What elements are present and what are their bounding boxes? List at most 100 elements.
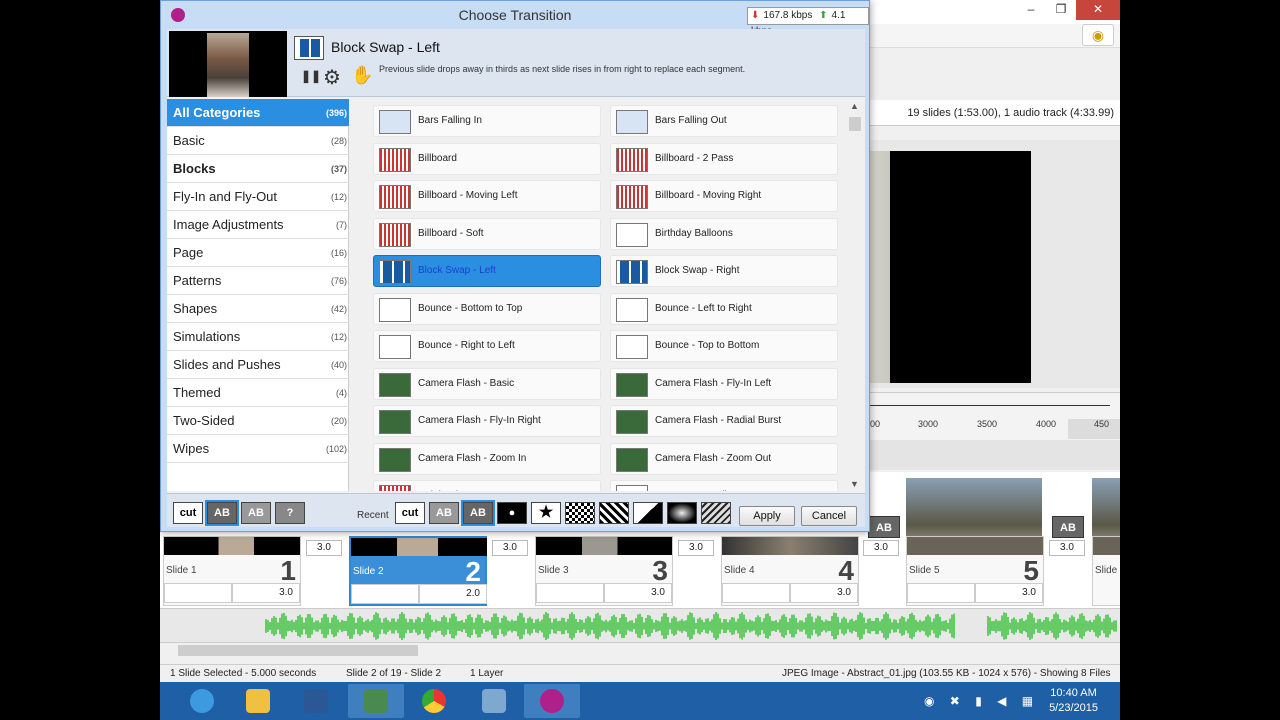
transition-item[interactable]: Billboard <box>373 142 601 175</box>
category-item[interactable]: Two-Sided (20) <box>167 407 349 435</box>
transition-item[interactable]: Camera Flash - Basic <box>373 367 601 400</box>
word-button[interactable] <box>288 684 344 718</box>
slide-item[interactable]: Slide 6 <box>1092 536 1120 606</box>
category-item[interactable]: Blocks (37) <box>167 155 349 183</box>
cancel-button[interactable]: Cancel <box>801 506 857 526</box>
transition-item[interactable]: Camera Flash - Zoom In <box>373 442 601 475</box>
system-tray[interactable]: ◉ ✖ ▮ ◀ ▦ <box>924 694 1039 708</box>
eye-logo-icon[interactable]: ◉ <box>1082 24 1114 46</box>
recent-wipe-icon[interactable] <box>633 502 663 524</box>
category-item[interactable]: Image Adjustments (7) <box>167 211 349 239</box>
pause-icon[interactable]: ❚❚ <box>301 69 321 83</box>
slide-duration[interactable]: 3.0 <box>232 583 300 603</box>
transition-grid[interactable]: Bars Falling In Bars Falling Out Billboard… <box>365 99 845 491</box>
help-button[interactable]: ? <box>275 502 305 524</box>
transition-duration[interactable]: 3.0 <box>863 540 899 556</box>
category-item[interactable]: All Categories (396) <box>167 99 349 127</box>
transition-item[interactable]: Bars Falling In <box>373 105 601 137</box>
transition-item[interactable]: Billboard - Soft <box>373 217 601 250</box>
recent-star-icon[interactable]: ★ <box>531 502 561 524</box>
category-item[interactable]: Wipes (102) <box>167 435 349 463</box>
category-item[interactable]: Slides and Pushes (40) <box>167 351 349 379</box>
recent-diagonal-icon[interactable] <box>701 502 731 524</box>
slide-duration[interactable]: 2.0 <box>419 584 487 604</box>
recent-ab-button[interactable]: AB <box>429 502 459 524</box>
slide-item[interactable]: Slide 4 4 3.0 <box>721 536 859 606</box>
transition-duration[interactable]: 3.0 <box>678 540 714 556</box>
recent-cut-button[interactable]: cut <box>395 502 425 524</box>
category-item[interactable]: Shapes (42) <box>167 295 349 323</box>
audio-track[interactable] <box>160 608 1120 642</box>
transition-item[interactable]: Bounce - Right to Left <box>373 330 601 362</box>
slide-time-field[interactable] <box>536 583 604 603</box>
close-button[interactable]: ✕ <box>1076 0 1120 20</box>
internet-explorer-button[interactable] <box>174 684 230 718</box>
transition-item[interactable]: Block Swap - Right <box>610 255 838 287</box>
transition-item[interactable]: Camera Flash - Radial Burst <box>610 405 838 437</box>
monitor-app-button[interactable] <box>348 684 404 718</box>
transition-item[interactable]: Celebration <box>373 480 601 491</box>
slide-time-field[interactable] <box>907 583 975 603</box>
recent-checker-icon[interactable] <box>565 502 595 524</box>
gear-icon[interactable]: ⚙ <box>323 65 341 90</box>
hand-pointer-icon[interactable]: ✋ <box>351 65 373 86</box>
transition-item[interactable]: Bounce - Top to Bottom <box>610 330 838 362</box>
vertical-scrollbar[interactable]: ▲ ▼ <box>847 99 863 491</box>
transition-item[interactable]: Birthday Balloons <box>610 217 838 250</box>
transition-item[interactable]: Billboard - Moving Left <box>373 180 601 212</box>
scroll-thumb[interactable] <box>178 645 418 656</box>
transition-duration[interactable]: 3.0 <box>1049 540 1085 556</box>
transition-badge[interactable]: AB <box>868 516 900 538</box>
transition-badge[interactable]: AB <box>1052 516 1084 538</box>
slide-item-selected[interactable]: Slide 2 2 2.0 <box>349 536 487 606</box>
horizontal-scrollbar[interactable] <box>160 642 1120 658</box>
timeline-ruler[interactable]: 2500 3000 3500 4000 450 <box>860 392 1120 442</box>
slide-item[interactable]: Slide 3 3 3.0 <box>535 536 673 606</box>
transition-duration[interactable]: 3.0 <box>492 540 528 556</box>
slide-item[interactable]: Slide 5 5 3.0 <box>906 536 1044 606</box>
scroll-thumb[interactable] <box>849 117 861 131</box>
transition-item[interactable]: Bounce - Left to Right <box>610 292 838 325</box>
transition-item[interactable]: Billboard - 2 Pass <box>610 142 838 175</box>
apply-button[interactable]: Apply <box>739 506 795 526</box>
transition-item[interactable]: Center Seam Tilt - Bottom <box>610 480 838 491</box>
transition-duration[interactable]: 3.0 <box>306 540 342 556</box>
slide-time-field[interactable] <box>351 584 419 604</box>
category-item[interactable]: Page (16) <box>167 239 349 267</box>
chrome-button[interactable] <box>406 684 462 718</box>
control-panel-button[interactable] <box>466 684 522 718</box>
transition-item[interactable]: Camera Flash - Zoom Out <box>610 442 838 475</box>
cut-transition-button[interactable]: cut <box>173 502 203 524</box>
recent-radial-icon[interactable] <box>667 502 697 524</box>
recent-pattern-icon[interactable] <box>599 502 629 524</box>
category-item[interactable]: Fly-In and Fly-Out (12) <box>167 183 349 211</box>
taskbar-clock[interactable]: 10:40 AM 5/23/2015 <box>1049 686 1098 716</box>
slide-time-field[interactable] <box>164 583 232 603</box>
category-list[interactable]: All Categories (396) Basic (28) Blocks (37) Fl… <box>167 99 349 491</box>
slide-duration[interactable]: 3.0 <box>604 583 672 603</box>
category-item[interactable]: Basic (28) <box>167 127 349 155</box>
slide-duration[interactable]: 3.0 <box>790 583 858 603</box>
transition-item[interactable]: Bars Falling Out <box>610 105 838 137</box>
slide-time-field[interactable] <box>722 583 790 603</box>
recent-circle-icon[interactable]: ● <box>497 502 527 524</box>
recent-ab-selected-button[interactable]: AB <box>461 500 495 526</box>
slide-item[interactable]: Slide 1 1 3.0 <box>163 536 301 606</box>
transition-item[interactable]: Bounce - Bottom to Top <box>373 292 601 325</box>
random-transition-button[interactable]: AB <box>241 502 271 524</box>
proshow-button[interactable] <box>524 684 580 718</box>
transition-item[interactable]: Billboard - Moving Right <box>610 180 838 212</box>
transition-item[interactable]: Camera Flash - Fly-In Left <box>610 367 838 400</box>
restore-button[interactable]: ❐ <box>1046 0 1076 20</box>
scroll-up-icon[interactable]: ▲ <box>850 101 859 111</box>
crossfade-button[interactable]: AB <box>205 500 239 526</box>
scroll-down-icon[interactable]: ▼ <box>850 479 859 489</box>
category-item[interactable]: Patterns (76) <box>167 267 349 295</box>
slide-duration[interactable]: 3.0 <box>975 583 1043 603</box>
minimize-button[interactable]: – <box>1016 0 1046 20</box>
transition-item[interactable]: Camera Flash - Fly-In Right <box>373 405 601 437</box>
transition-item-selected[interactable]: Block Swap - Left <box>373 255 601 287</box>
category-item[interactable]: Simulations (12) <box>167 323 349 351</box>
category-item[interactable]: Themed (4) <box>167 379 349 407</box>
file-explorer-button[interactable] <box>230 684 286 718</box>
